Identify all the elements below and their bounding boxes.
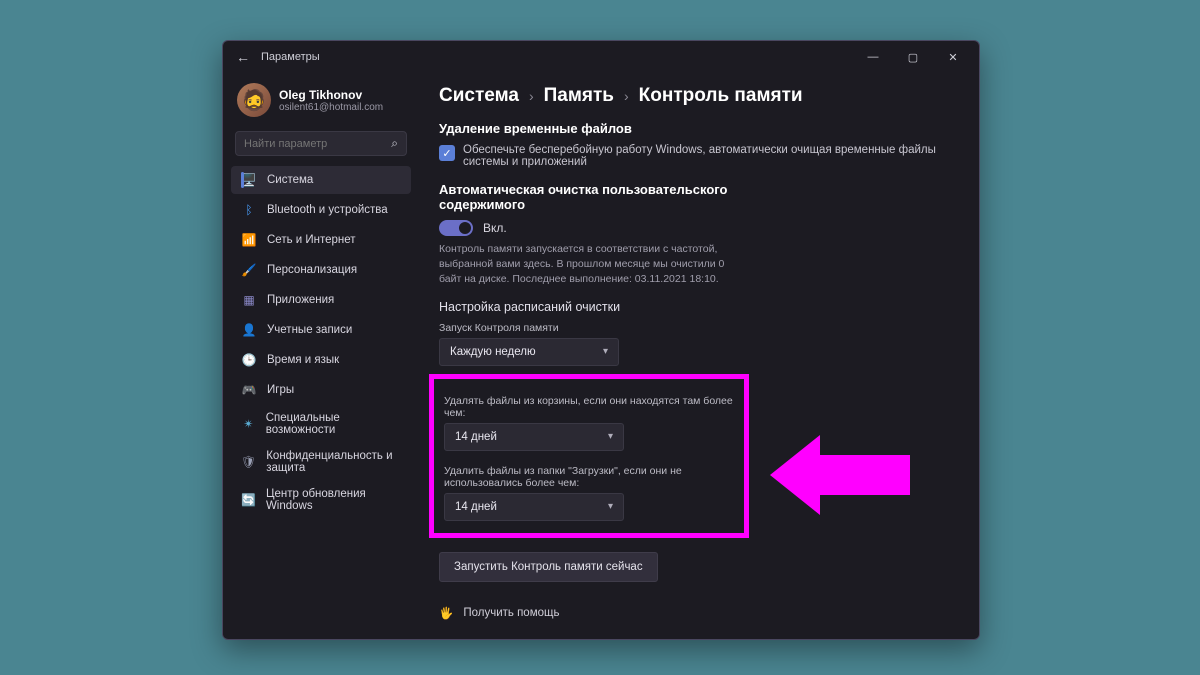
chevron-down-icon: ▾ (603, 346, 608, 357)
chevron-down-icon: ▾ (608, 431, 613, 442)
sidebar: 🧔 Oleg Tikhonov osilent61@hotmail.com ⌕ … (223, 73, 419, 639)
sidebar-item-label: Специальные возможности (266, 412, 401, 436)
close-button[interactable]: ✕ (933, 43, 973, 71)
personalization-icon: 🖌️ (241, 262, 257, 278)
breadcrumb-current: Контроль памяти (639, 85, 803, 107)
time-icon: 🕒 (241, 352, 257, 368)
checkbox-checked-icon[interactable]: ✓ (439, 145, 455, 161)
help-icon: 🖐 (439, 606, 453, 620)
sidebar-item-label: Персонализация (267, 264, 357, 276)
titlebar: ← Параметры — ▢ ✕ (223, 41, 979, 73)
search-input-wrap[interactable]: ⌕ (235, 131, 407, 156)
run-schedule-select[interactable]: Каждую неделю ▾ (439, 338, 619, 366)
recycle-value: 14 дней (455, 431, 497, 443)
sidebar-item-privacy[interactable]: 🛡 Конфиденциальность и защита (231, 444, 411, 480)
system-icon: 🖥️ (241, 172, 257, 188)
sidebar-item-update[interactable]: 🔄 Центр обновления Windows (231, 482, 411, 518)
privacy-icon: 🛡 (241, 454, 256, 470)
run-now-button[interactable]: Запустить Контроль памяти сейчас (439, 552, 658, 582)
sidebar-item-label: Время и язык (267, 354, 339, 366)
sidebar-item-personalization[interactable]: 🖌️ Персонализация (231, 256, 411, 284)
run-schedule-label: Запуск Контроля памяти (439, 322, 955, 334)
settings-window: ← Параметры — ▢ ✕ 🧔 Oleg Tikhonov osilen… (222, 40, 980, 640)
sidebar-item-label: Сеть и Интернет (267, 234, 356, 246)
app-title: Параметры (261, 51, 320, 63)
sidebar-item-bluetooth[interactable]: ᛒ Bluetooth и устройства (231, 196, 411, 224)
downloads-label: Удалить файлы из папки "Загрузки", если … (444, 465, 734, 489)
apps-icon: ▦ (241, 292, 257, 308)
minimize-button[interactable]: — (853, 43, 893, 71)
sidebar-item-label: Система (267, 174, 313, 186)
sidebar-item-system[interactable]: 🖥️ Система (231, 166, 411, 194)
accessibility-icon: ✴ (241, 416, 256, 432)
get-help-link[interactable]: 🖐 Получить помощь (439, 606, 955, 620)
sidebar-item-accessibility[interactable]: ✴ Специальные возможности (231, 406, 411, 442)
search-icon: ⌕ (391, 136, 398, 151)
sidebar-item-network[interactable]: 📶 Сеть и Интернет (231, 226, 411, 254)
sidebar-item-label: Центр обновления Windows (266, 488, 401, 512)
temp-files-heading: Удаление временные файлов (439, 121, 955, 136)
accounts-icon: 👤 (241, 322, 257, 338)
sidebar-item-label: Конфиденциальность и защита (266, 450, 401, 474)
breadcrumb-system[interactable]: Система (439, 85, 519, 107)
avatar: 🧔 (237, 83, 271, 117)
profile-name: Oleg Tikhonov (279, 88, 383, 102)
sidebar-item-games[interactable]: 🎮 Игры (231, 376, 411, 404)
downloads-value: 14 дней (455, 501, 497, 513)
temp-files-checkbox-row[interactable]: ✓ Обеспечьте бесперебойную работу Window… (439, 144, 955, 168)
run-schedule-value: Каждую неделю (450, 346, 536, 358)
downloads-select[interactable]: 14 дней ▾ (444, 493, 624, 521)
toggle-label: Вкл. (483, 221, 507, 235)
sidebar-item-label: Учетные записи (267, 324, 352, 336)
schedule-heading: Настройка расписаний очистки (439, 300, 955, 314)
profile-email: osilent61@hotmail.com (279, 102, 383, 113)
chevron-down-icon: ▾ (608, 501, 613, 512)
auto-clean-description: Контроль памяти запускается в соответств… (439, 242, 739, 288)
main-content: Система › Память › Контроль памяти Удале… (419, 73, 979, 639)
network-icon: 📶 (241, 232, 257, 248)
recycle-label: Удалять файлы из корзины, если они наход… (444, 395, 734, 419)
maximize-button[interactable]: ▢ (893, 43, 933, 71)
sidebar-item-apps[interactable]: ▦ Приложения (231, 286, 411, 314)
sidebar-item-accounts[interactable]: 👤 Учетные записи (231, 316, 411, 344)
sidebar-item-time[interactable]: 🕒 Время и язык (231, 346, 411, 374)
auto-clean-toggle[interactable] (439, 220, 473, 236)
breadcrumb-storage[interactable]: Память (544, 85, 614, 107)
update-icon: 🔄 (241, 492, 256, 508)
breadcrumb: Система › Память › Контроль памяти (439, 85, 955, 107)
recycle-select[interactable]: 14 дней ▾ (444, 423, 624, 451)
sidebar-item-label: Приложения (267, 294, 334, 306)
sidebar-item-label: Игры (267, 384, 294, 396)
auto-clean-heading: Автоматическая очистка пользовательского… (439, 182, 759, 212)
chevron-right-icon: › (529, 88, 534, 104)
temp-files-check-label: Обеспечьте бесперебойную работу Windows,… (463, 144, 955, 168)
games-icon: 🎮 (241, 382, 257, 398)
highlight-annotation: Удалять файлы из корзины, если они наход… (429, 374, 749, 538)
chevron-right-icon: › (624, 88, 629, 104)
search-input[interactable] (244, 138, 391, 150)
sidebar-item-label: Bluetooth и устройства (267, 204, 388, 216)
profile-block[interactable]: 🧔 Oleg Tikhonov osilent61@hotmail.com (231, 79, 411, 127)
back-button[interactable]: ← (229, 43, 257, 71)
bluetooth-icon: ᛒ (241, 202, 257, 218)
